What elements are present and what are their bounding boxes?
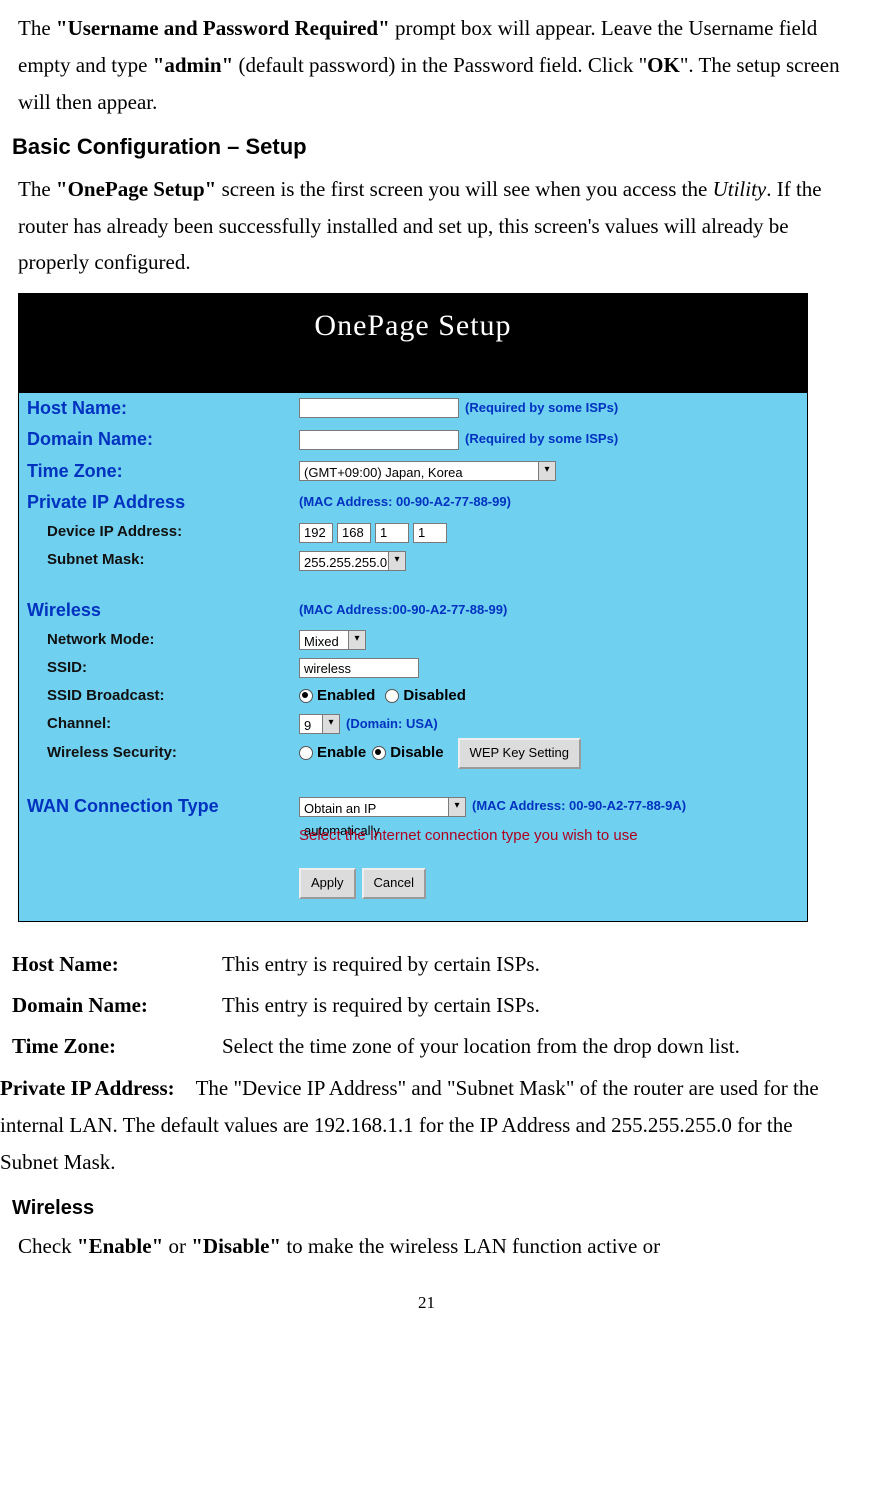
wep-key-setting-button[interactable]: WEP Key Setting [458, 738, 581, 769]
def-tz-term: Time Zone: [12, 1028, 222, 1065]
def-tz-desc: Select the time zone of your location fr… [222, 1028, 853, 1065]
domainname-label: Domain Name: [27, 424, 299, 456]
ssid-broadcast-enabled-radio[interactable] [299, 689, 313, 703]
definitions-block: Host Name: This entry is required by cer… [12, 946, 853, 1064]
wireless-security-label: Wireless Security: [27, 740, 299, 766]
channel-select[interactable]: 9 [299, 714, 323, 734]
netmode-select[interactable]: Mixed [299, 630, 349, 650]
netmode-label: Network Mode: [27, 627, 299, 653]
screenshot-title: OnePage Setup [19, 294, 807, 393]
section-heading-basic-config: Basic Configuration – Setup [12, 128, 853, 167]
domainname-input[interactable] [299, 430, 459, 450]
device-ip-label: Device IP Address: [27, 519, 299, 545]
ssid-label: SSID: [27, 655, 299, 681]
subnet-select[interactable]: 255.255.255.0 [299, 551, 389, 571]
apply-button[interactable]: Apply [299, 868, 356, 899]
intro-paragraph-1: The "Username and Password Required" pro… [18, 10, 853, 120]
timezone-select[interactable]: (GMT+09:00) Japan, Korea [299, 461, 539, 481]
def-hostname-term: Host Name: [12, 946, 222, 983]
disabled-label: Disabled [403, 683, 466, 709]
domainname-note: (Required by some ISPs) [465, 428, 618, 451]
subnet-label: Subnet Mask: [27, 547, 299, 573]
disable-label: Disable [390, 740, 443, 766]
channel-domain-note: (Domain: USA) [346, 713, 438, 736]
hostname-label: Host Name: [27, 393, 299, 425]
page-number: 21 [0, 1288, 853, 1318]
ssid-input[interactable] [299, 658, 419, 678]
ip-octet-2[interactable] [337, 523, 371, 543]
def-private-ip: Private IP Address: The "Device IP Addre… [0, 1070, 853, 1180]
wsec-enable-radio[interactable] [299, 746, 313, 760]
intro-paragraph-2: The "OnePage Setup" screen is the first … [18, 171, 853, 281]
chevron-down-icon[interactable]: ▾ [348, 630, 366, 650]
wsec-disable-radio[interactable] [372, 746, 386, 760]
def-hostname-desc: This entry is required by certain ISPs. [222, 946, 853, 983]
ip-octet-3[interactable] [375, 523, 409, 543]
chevron-down-icon[interactable]: ▾ [388, 551, 406, 571]
wireless-subheading: Wireless [12, 1191, 853, 1226]
enable-label: Enable [317, 740, 366, 766]
chevron-down-icon[interactable]: ▾ [322, 714, 340, 734]
private-ip-header: Private IP Address [27, 487, 299, 519]
hostname-input[interactable] [299, 398, 459, 418]
chevron-down-icon[interactable]: ▾ [448, 797, 466, 817]
cancel-button[interactable]: Cancel [362, 868, 426, 899]
ssid-broadcast-disabled-radio[interactable] [385, 689, 399, 703]
def-domain-term: Domain Name: [12, 987, 222, 1024]
mac-private-note: (MAC Address: 00-90-A2-77-88-99) [299, 491, 511, 514]
mac-wireless-note: (MAC Address:00-90-A2-77-88-99) [299, 599, 507, 622]
wireless-header: Wireless [27, 595, 299, 627]
wan-red-instruction: Select the Internet connection type you … [299, 823, 638, 849]
ip-octet-1[interactable] [299, 523, 333, 543]
def-domain-desc: This entry is required by certain ISPs. [222, 987, 853, 1024]
hostname-note: (Required by some ISPs) [465, 397, 618, 420]
timezone-label: Time Zone: [27, 456, 299, 488]
chevron-down-icon[interactable]: ▾ [538, 461, 556, 481]
ip-octet-4[interactable] [413, 523, 447, 543]
ssid-broadcast-label: SSID Broadcast: [27, 683, 299, 709]
channel-label: Channel: [27, 711, 299, 737]
wireless-paragraph: Check "Enable" or "Disable" to make the … [18, 1228, 853, 1265]
wan-header: WAN Connection Type [27, 791, 299, 823]
onepage-setup-screenshot: OnePage Setup Host Name: (Required by so… [18, 293, 808, 922]
wan-type-select[interactable]: Obtain an IP automatically [299, 797, 449, 817]
enabled-label: Enabled [317, 683, 375, 709]
mac-wan-note: (MAC Address: 00-90-A2-77-88-9A) [472, 795, 686, 818]
